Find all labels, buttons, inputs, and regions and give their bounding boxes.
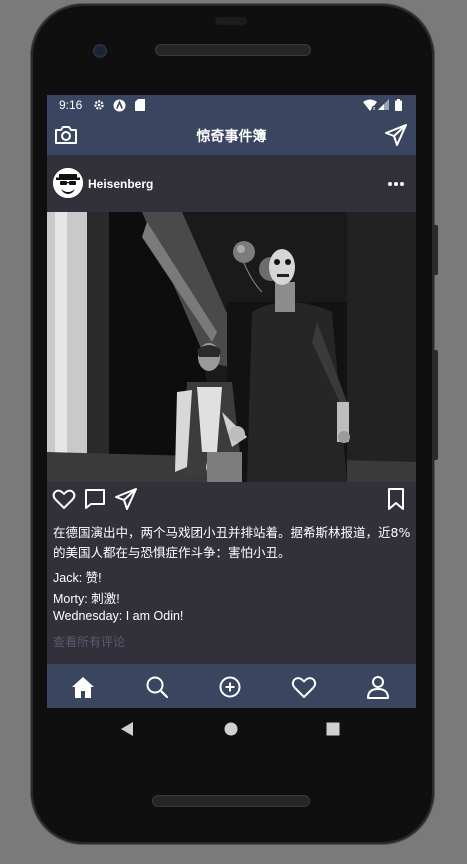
comment-1: Jack: 赞!	[53, 571, 102, 585]
clowns-photo	[47, 212, 416, 482]
back-icon[interactable]	[120, 721, 134, 737]
power-button	[433, 350, 438, 460]
send-icon[interactable]	[385, 124, 407, 146]
bottom-nav	[47, 663, 416, 708]
bookmark-icon[interactable]	[384, 487, 408, 511]
wifi-icon: x	[363, 99, 377, 111]
heart-icon[interactable]	[291, 674, 317, 700]
share-icon[interactable]	[114, 487, 138, 511]
top-speaker	[215, 17, 247, 25]
add-icon[interactable]	[217, 674, 243, 700]
more-options-icon[interactable]	[387, 180, 405, 188]
avatar[interactable]	[53, 168, 83, 198]
comment-2: Morty: 刺激!	[53, 592, 120, 606]
heisenberg-avatar-icon	[53, 168, 83, 198]
earpiece	[155, 44, 311, 56]
battery-icon	[395, 99, 402, 111]
search-icon[interactable]	[144, 674, 170, 700]
gear-icon	[94, 100, 104, 110]
home-icon[interactable]	[70, 674, 96, 700]
volume-button	[433, 225, 438, 275]
post-caption: 在德国演出中，两个马戏团小丑并排站着。据希斯林报道，近8%的美国人都在与恐惧症作…	[53, 525, 411, 560]
front-camera	[93, 44, 107, 58]
comment-3: Wednesday: I am Odin!	[53, 609, 184, 623]
post-header: Heisenberg	[47, 156, 416, 212]
view-all-comments-link[interactable]: 查看所有评论	[53, 633, 125, 650]
post-username[interactable]: Heisenberg	[88, 177, 153, 191]
comment-icon[interactable]	[83, 487, 107, 511]
profile-icon[interactable]	[365, 674, 391, 700]
signal-icon	[378, 99, 389, 110]
status-bar: 9:16 x	[47, 95, 416, 115]
like-heart-icon[interactable]	[52, 487, 76, 511]
screen: 9:16 x 惊奇事件簿 Heisenberg 在德国演出中，两个马戏团小丑并排…	[47, 95, 416, 708]
app-bar: 惊奇事件簿	[47, 115, 416, 156]
bottom-speaker	[152, 795, 310, 807]
status-time: 9:16	[59, 98, 83, 112]
post-photo[interactable]	[47, 212, 416, 482]
app-title: 惊奇事件簿	[196, 129, 267, 145]
recents-icon[interactable]	[326, 722, 340, 736]
home-circle-icon[interactable]	[224, 722, 238, 736]
a-circle-icon	[113, 99, 126, 112]
post-actions	[47, 485, 416, 513]
system-nav-bar	[47, 708, 416, 748]
sd-card-icon	[135, 99, 145, 111]
